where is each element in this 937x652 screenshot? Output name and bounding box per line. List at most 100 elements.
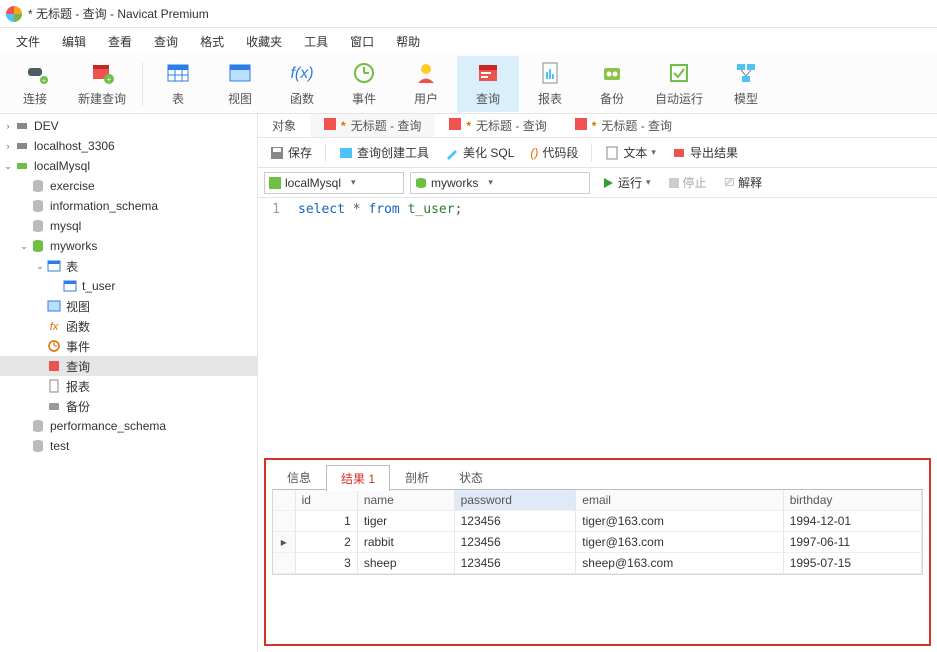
tool-connect[interactable]: +连接 <box>4 56 66 112</box>
tree-item[interactable]: 备份 <box>0 396 257 416</box>
chevron-down-icon: ▾ <box>345 177 356 188</box>
tab-label: 无标题 - 查询 <box>351 117 422 134</box>
sql-editor[interactable]: 1 select * from t_user; <box>258 198 937 454</box>
tree-item[interactable]: performance_schema <box>0 416 257 436</box>
cell[interactable]: 1997-06-11 <box>783 532 921 553</box>
tool-new-query[interactable]: +新建查询 <box>66 56 138 112</box>
tree-item[interactable]: mysql <box>0 216 257 236</box>
expand-arrow-icon[interactable]: › <box>2 141 14 151</box>
cell[interactable]: 1995-07-15 <box>783 553 921 574</box>
title-bar: * 无标题 - 查询 - Navicat Premium <box>0 0 937 28</box>
cell[interactable]: rabbit <box>357 532 454 553</box>
expand-arrow-icon[interactable]: › <box>2 121 14 131</box>
tree-item[interactable]: 视图 <box>0 296 257 316</box>
cell[interactable]: tiger@163.com <box>576 532 783 553</box>
tree-item[interactable]: fx函数 <box>0 316 257 336</box>
tab-query-3[interactable]: *无标题 - 查询 <box>561 114 686 137</box>
explain-button[interactable]: ⎚解释 <box>719 171 769 194</box>
column-header[interactable]: birthday <box>783 490 921 511</box>
tab-query-1[interactable]: *无标题 - 查询 <box>310 114 435 137</box>
connection-combo[interactable]: localMysql▾ <box>264 172 404 194</box>
cell[interactable]: tiger <box>357 511 454 532</box>
menu-format[interactable]: 格式 <box>190 29 234 54</box>
tree-item[interactable]: ⌄localMysql <box>0 156 257 176</box>
cell[interactable]: tiger@163.com <box>576 511 783 532</box>
expand-arrow-icon[interactable]: ⌄ <box>18 241 30 252</box>
tree-item[interactable]: 报表 <box>0 376 257 396</box>
tree-item[interactable]: t_user <box>0 276 257 296</box>
menu-file[interactable]: 文件 <box>6 29 50 54</box>
main-toolbar: +连接 +新建查询 表 视图 f(x)函数 事件 用户 查询 报表 备份 自动运… <box>0 54 937 114</box>
tree-item-label: test <box>50 439 69 453</box>
table-icon <box>46 258 62 274</box>
tree-item[interactable]: test <box>0 436 257 456</box>
tool-model[interactable]: 模型 <box>715 56 777 112</box>
tool-view[interactable]: 视图 <box>209 56 271 112</box>
expand-arrow-icon[interactable]: ⌄ <box>2 161 14 172</box>
tool-user[interactable]: 用户 <box>395 56 457 112</box>
tree-item[interactable]: ›DEV <box>0 116 257 136</box>
explain-icon: ⎚ <box>725 175 735 190</box>
table-icon <box>165 60 191 86</box>
run-button[interactable]: 运行▾ <box>596 171 657 194</box>
tab-status[interactable]: 状态 <box>444 464 498 490</box>
cell[interactable]: 123456 <box>454 553 576 574</box>
tab-query-2[interactable]: *无标题 - 查询 <box>435 114 560 137</box>
export-result-button[interactable]: 导出结果 <box>666 141 744 164</box>
text-button[interactable]: 文本▾ <box>599 141 662 164</box>
menu-tools[interactable]: 工具 <box>294 29 338 54</box>
connection-tree[interactable]: ›DEV›localhost_3306⌄localMysqlexercisein… <box>0 114 258 652</box>
new-query-icon: + <box>89 60 115 86</box>
stop-button[interactable]: 停止 <box>663 171 713 194</box>
tree-item[interactable]: ⌄表 <box>0 256 257 276</box>
tab-profile[interactable]: 剖析 <box>390 464 444 490</box>
query-icon <box>475 60 501 86</box>
column-header[interactable]: name <box>357 490 454 511</box>
save-button[interactable]: 保存 <box>264 141 318 164</box>
tree-item[interactable]: information_schema <box>0 196 257 216</box>
tool-table[interactable]: 表 <box>147 56 209 112</box>
menu-favorites[interactable]: 收藏夹 <box>236 29 292 54</box>
table-row[interactable]: ▸2rabbit123456tiger@163.com1997-06-11 <box>273 532 922 553</box>
menu-edit[interactable]: 编辑 <box>52 29 96 54</box>
tool-function[interactable]: f(x)函数 <box>271 56 333 112</box>
tool-query[interactable]: 查询 <box>457 56 519 112</box>
cell[interactable]: 3 <box>295 553 357 574</box>
tool-autorun[interactable]: 自动运行 <box>643 56 715 112</box>
table-row[interactable]: 1tiger123456tiger@163.com1994-12-01 <box>273 511 922 532</box>
tab-objects[interactable]: 对象 <box>258 114 310 137</box>
menu-query[interactable]: 查询 <box>144 29 188 54</box>
beautify-sql-button[interactable]: 美化 SQL <box>439 141 520 164</box>
cell[interactable]: 2 <box>295 532 357 553</box>
tool-report[interactable]: 报表 <box>519 56 581 112</box>
menu-view[interactable]: 查看 <box>98 29 142 54</box>
object-tab-strip: 对象*无标题 - 查询*无标题 - 查询*无标题 - 查询 <box>258 114 937 138</box>
snippet-button[interactable]: ()代码段 <box>524 141 584 164</box>
tab-result[interactable]: 结果 1 <box>326 465 390 491</box>
tree-item[interactable]: exercise <box>0 176 257 196</box>
tool-event[interactable]: 事件 <box>333 56 395 112</box>
menu-help[interactable]: 帮助 <box>386 29 430 54</box>
expand-arrow-icon[interactable]: ⌄ <box>34 261 46 272</box>
tree-item[interactable]: 查询 <box>0 356 257 376</box>
cell[interactable]: sheep@163.com <box>576 553 783 574</box>
column-header[interactable]: id <box>295 490 357 511</box>
tree-item[interactable]: ›localhost_3306 <box>0 136 257 156</box>
tool-backup[interactable]: 备份 <box>581 56 643 112</box>
column-header[interactable]: password <box>454 490 576 511</box>
cell[interactable]: 123456 <box>454 511 576 532</box>
database-combo[interactable]: myworks▾ <box>410 172 590 194</box>
result-grid[interactable]: idnamepasswordemailbirthday1tiger123456t… <box>272 489 923 575</box>
tree-item[interactable]: ⌄myworks <box>0 236 257 256</box>
cell[interactable]: 123456 <box>454 532 576 553</box>
cell[interactable]: sheep <box>357 553 454 574</box>
cell[interactable]: 1994-12-01 <box>783 511 921 532</box>
query-builder-button[interactable]: 查询创建工具 <box>333 141 435 164</box>
menu-window[interactable]: 窗口 <box>340 29 384 54</box>
cell[interactable]: 1 <box>295 511 357 532</box>
table-row[interactable]: 3sheep123456sheep@163.com1995-07-15 <box>273 553 922 574</box>
row-indicator <box>273 553 295 574</box>
column-header[interactable]: email <box>576 490 783 511</box>
tree-item[interactable]: 事件 <box>0 336 257 356</box>
tab-info[interactable]: 信息 <box>272 464 326 490</box>
